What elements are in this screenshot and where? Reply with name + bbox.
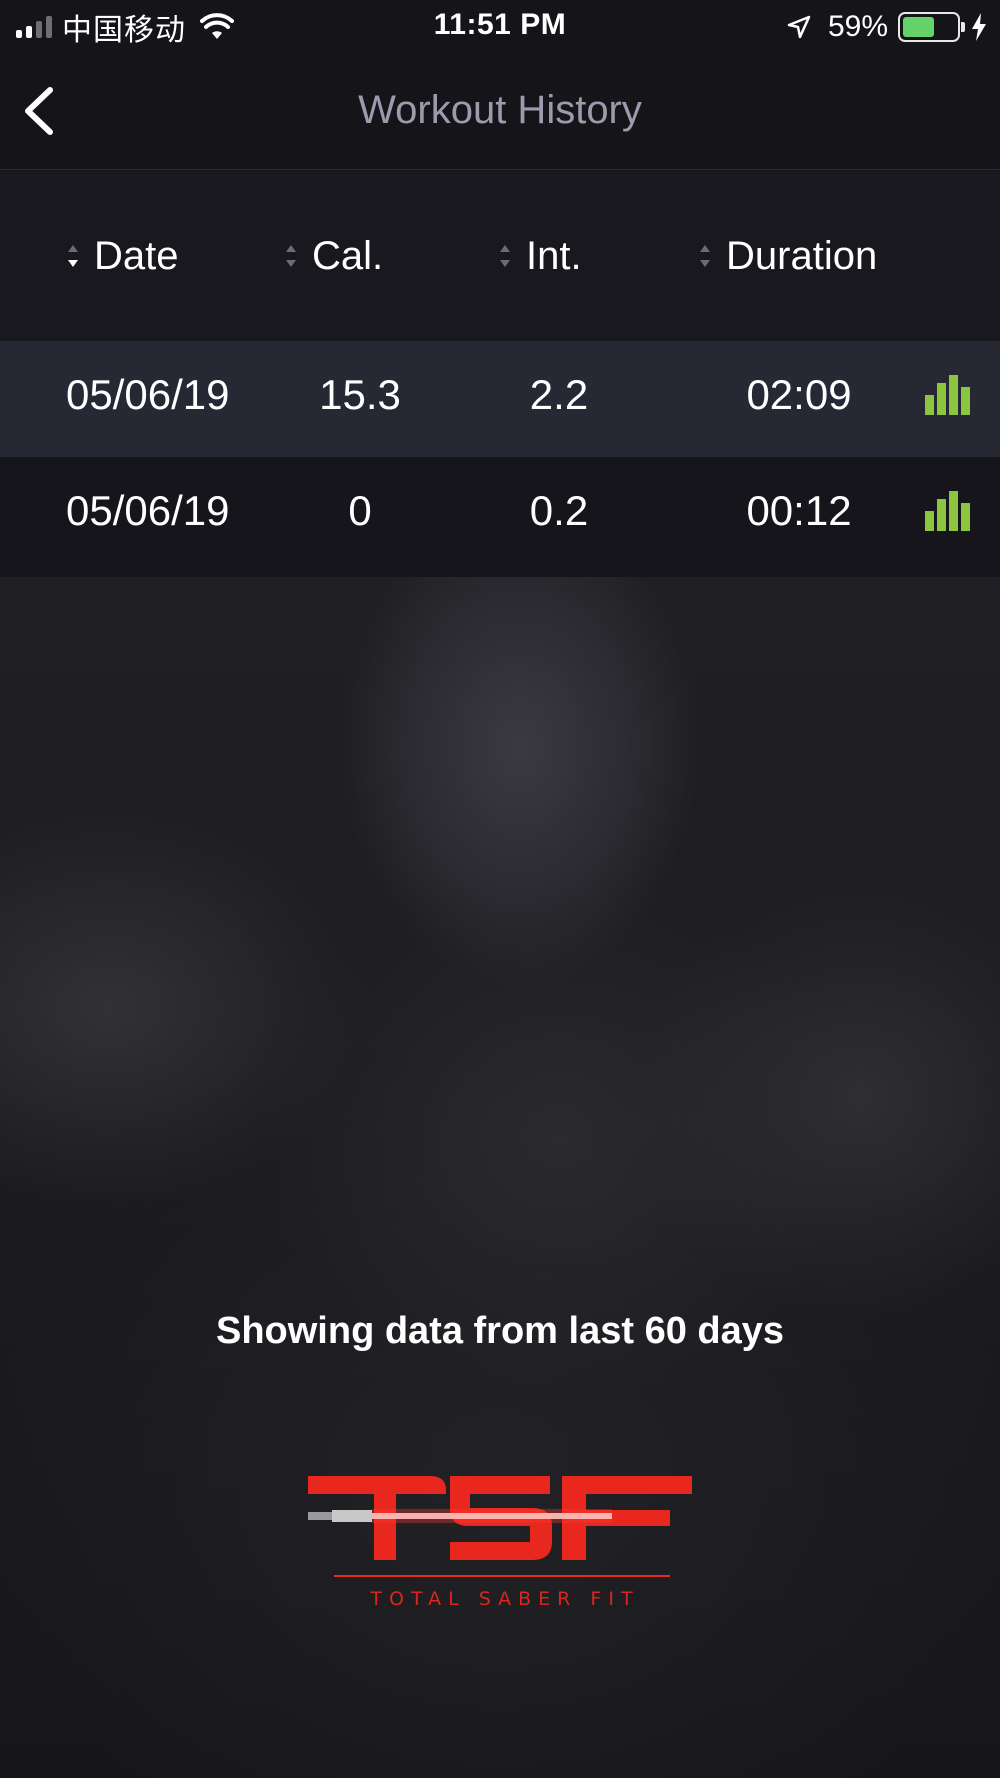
nav-bar: Workout History: [0, 54, 1000, 170]
data-range-caption: Showing data from last 60 days: [215, 1310, 785, 1352]
battery-fill: [903, 17, 934, 37]
battery-percent: 59%: [827, 10, 888, 43]
column-label: Int.: [526, 233, 582, 278]
cell-calories: 0: [348, 487, 372, 534]
column-label: Cal.: [312, 233, 384, 278]
column-header-calories[interactable]: Cal.: [284, 231, 383, 281]
cell-calories: 15.3: [319, 371, 401, 418]
charging-bolt-icon: [972, 13, 986, 41]
cell-duration: 02:09: [746, 371, 852, 418]
cell-duration: 00:12: [746, 487, 852, 534]
table-header: Date Cal. Int. Duration: [0, 171, 1000, 341]
location-arrow-icon: [787, 15, 811, 39]
table-row[interactable]: 05/06/19 15.3 2.2 02:09: [0, 341, 1000, 457]
bar-chart-icon[interactable]: [924, 373, 970, 417]
logo-subtitle: TOTAL SABER FIT: [370, 1588, 640, 1610]
sort-icon: [286, 245, 296, 267]
column-label: Date: [94, 233, 179, 278]
cell-intensity: 2.2: [529, 371, 589, 418]
sort-icon: [500, 245, 510, 267]
cell-intensity: 0.2: [529, 487, 589, 534]
battery-icon: [898, 12, 965, 42]
cell-date: 05/06/19: [66, 371, 230, 418]
cell-date: 05/06/19: [66, 487, 230, 534]
column-header-intensity[interactable]: Int.: [498, 231, 582, 281]
sort-icon: [700, 245, 710, 267]
column-label: Duration: [726, 233, 878, 278]
column-header-duration[interactable]: Duration: [698, 231, 877, 281]
sort-icon: [68, 245, 78, 267]
bar-chart-icon[interactable]: [924, 489, 970, 533]
table-row[interactable]: 05/06/19 0 0.2 00:12: [0, 457, 1000, 577]
page-title: Workout History: [358, 88, 642, 132]
status-bar: 中国移动 11:51 PM 59%: [0, 0, 1000, 54]
column-header-date[interactable]: Date: [66, 231, 179, 281]
status-right: 59%: [786, 10, 988, 44]
